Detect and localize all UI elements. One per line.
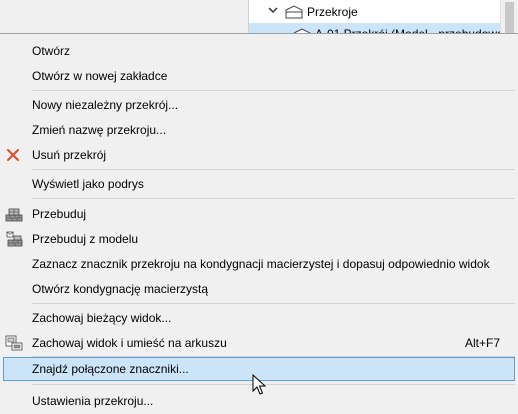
menu-item-label: Ustawienia przekroju... [32,394,154,408]
menu-separator [32,384,515,385]
menu-item-label: Zaznacz znacznik przekroju na kondygnacj… [32,257,490,271]
scrollbar-thumb[interactable] [505,2,514,36]
menu-item-save-current-view[interactable]: Zachowaj bieżący widok... [3,306,515,330]
save-view-place-icon [5,335,23,351]
rebuild-icon [5,206,23,222]
menu-item-open-new-tab[interactable]: Otwórz w nowej zakładce [3,64,515,88]
menu-item-label: Otwórz w nowej zakładce [32,69,168,83]
menu-item-label: Znajdź połączone znaczniki... [32,362,189,376]
menu-item-shortcut: Alt+F7 [464,336,500,350]
menu-item-delete-section[interactable]: Usuń przekrój [3,143,515,167]
section-folder-icon [285,5,303,19]
menu-item-rebuild-from-model[interactable]: Przebuduj z modelu [3,227,515,251]
menu-item-save-view-place-on-layout[interactable]: Zachowaj widok i umieść na arkuszu Alt+F… [3,331,515,355]
navigator-folder-row[interactable]: Przekroje [249,1,518,23]
menu-separator [32,90,515,91]
delete-x-icon [5,147,23,163]
screen: Przekroje A-01 Przekrój (Model - przebud… [0,0,518,414]
menu-item-rebuild[interactable]: Przebuduj [3,202,515,226]
menu-item-label: Przebuduj z modelu [32,232,139,246]
menu-item-label: Nowy niezależny przekrój... [32,98,179,112]
rebuild-from-model-icon [5,231,23,247]
menu-item-label: Zmień nazwę przekroju... [32,123,167,137]
menu-item-open-home-story[interactable]: Otwórz kondygnację macierzystą [3,277,515,301]
menu-item-open[interactable]: Otwórz [3,39,515,63]
menu-item-label: Zachowaj bieżący widok... [32,311,172,325]
menu-separator [32,303,515,304]
menu-item-label: Wyświetl jako podrys [32,177,144,191]
menu-item-label: Otwórz [32,44,71,58]
menu-item-new-independent-section[interactable]: Nowy niezależny przekrój... [3,93,515,117]
menu-separator [32,198,515,199]
context-menu: Otwórz Otwórz w nowej zakładce Nowy niez… [0,33,518,414]
chevron-down-icon[interactable] [267,4,279,16]
menu-item-select-marker-on-home-story[interactable]: Zaznacz znacznik przekroju na kondygnacj… [3,252,515,276]
navigator-folder-label: Przekroje [307,5,358,19]
menu-item-label: Otwórz kondygnację macierzystą [32,282,209,296]
menu-item-label: Zachowaj widok i umieść na arkuszu [32,336,227,350]
menu-separator [32,169,515,170]
menu-item-show-as-trace[interactable]: Wyświetl jako podrys [3,172,515,196]
mouse-cursor-icon [252,373,267,396]
menu-item-label: Usuń przekrój [32,148,107,162]
menu-item-rename-section[interactable]: Zmień nazwę przekroju... [3,118,515,142]
menu-item-label: Przebuduj [32,207,87,221]
